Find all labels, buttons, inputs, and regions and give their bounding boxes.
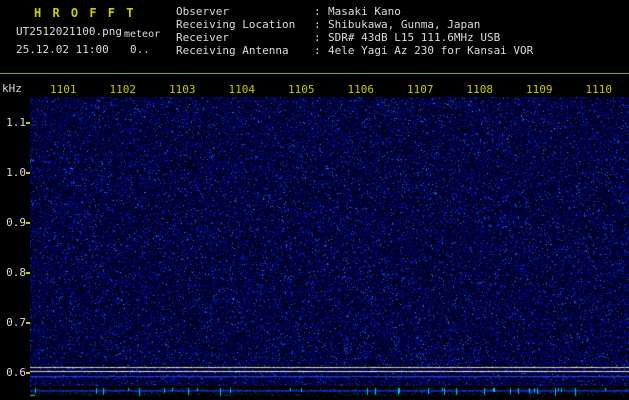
info-value: SDR# 43dB L15 111.6MHz USB	[328, 31, 501, 44]
x-tick-label: 1106	[347, 83, 375, 96]
output-filename: UT2512021100.png	[16, 25, 122, 38]
signal-meter-canvas	[30, 386, 629, 400]
info-value: 4ele Yagi Az 230 for Kansai VOR	[328, 44, 534, 57]
info-value: Masaki Kano	[328, 5, 401, 18]
y-tick-label: 1.1	[6, 116, 26, 129]
y-tick-label: 0.8	[6, 266, 26, 279]
x-tick-label: 1102	[109, 83, 137, 96]
y-tick-label: 0.9	[6, 216, 26, 229]
header-info: Observer: Masaki Kano Receiving Location: S…	[176, 5, 533, 57]
info-colon: :	[314, 5, 321, 18]
info-row: Observer: Masaki Kano	[176, 5, 533, 18]
x-tick-label: 1109	[526, 83, 553, 96]
spectrogram-canvas	[30, 97, 629, 386]
x-tick-label: 1103	[169, 83, 196, 96]
info-value: Shibukawa, Gunma, Japan	[328, 18, 481, 31]
hrofft-screen: H R O F F T UT2512021100.png meteor 25.1…	[0, 0, 629, 400]
x-tick-label: 1108	[466, 83, 494, 96]
x-tick-label: 1101	[50, 83, 77, 96]
y-tick-label: 0.6	[6, 366, 26, 379]
info-label: Receiving Antenna	[176, 44, 289, 57]
info-label: Receiver	[176, 31, 229, 44]
mode-label: meteor	[124, 29, 161, 40]
app-title: H R O F F T	[34, 6, 136, 20]
info-colon: :	[314, 44, 321, 57]
info-row: Receiver: SDR# 43dB L15 111.6MHz USB	[176, 31, 533, 44]
header-separator-line	[0, 73, 629, 74]
info-colon: :	[314, 18, 321, 31]
x-tick-label: 1104	[228, 83, 256, 96]
info-colon: :	[314, 31, 321, 44]
y-axis-unit-label: kHz	[2, 82, 22, 95]
y-tick-label: 1.0	[6, 166, 26, 179]
x-tick-label: 1110	[585, 83, 613, 96]
info-row: Receiving Location: Shibukawa, Gunma, Jap…	[176, 18, 533, 31]
echo-counter: 0..	[130, 43, 150, 56]
info-label: Receiving Location	[176, 18, 296, 31]
info-label: Observer	[176, 5, 229, 18]
x-tick-label: 1107	[407, 83, 434, 96]
x-tick-label: 1105	[288, 83, 315, 96]
observation-datetime: 25.12.02 11:00	[16, 43, 109, 56]
info-row: Receiving Antenna:4ele Yagi Az 230 for K…	[176, 44, 533, 57]
y-tick-label: 0.7	[6, 316, 26, 329]
